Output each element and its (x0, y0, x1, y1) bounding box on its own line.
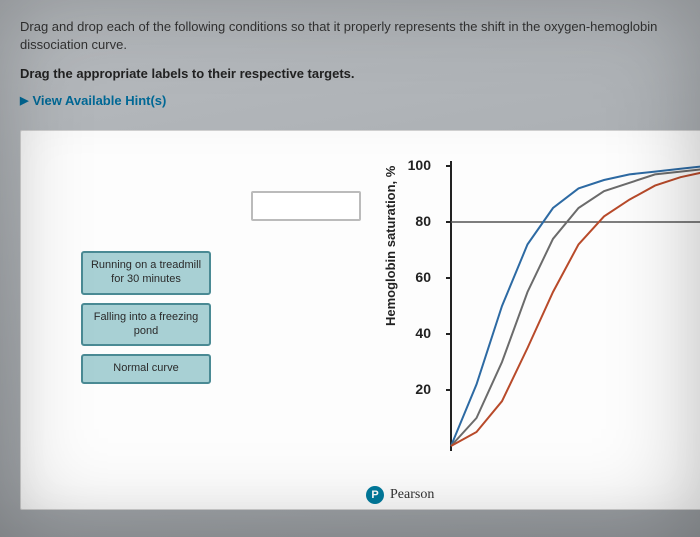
drag-instruction: Drag the appropriate labels to their res… (20, 66, 680, 81)
dissociation-chart: Hemoglobin saturation, % 100 80 60 40 20 (391, 151, 700, 481)
instruction-text: Drag and drop each of the following cond… (20, 18, 680, 54)
chart-svg (446, 161, 700, 451)
label-normal[interactable]: Normal curve (81, 354, 211, 384)
y-tick-40: 40 (415, 325, 431, 341)
draggable-labels-column: Running on a treadmill for 30 minutes Fa… (81, 251, 211, 392)
y-tick-100: 100 (408, 157, 431, 173)
pearson-footer: P Pearson (366, 486, 434, 504)
drop-target-1[interactable] (251, 191, 361, 221)
view-hints-link[interactable]: ▶ View Available Hint(s) (20, 93, 680, 108)
y-tick-20: 20 (415, 381, 431, 397)
caret-right-icon: ▶ (20, 94, 28, 107)
pearson-brand-text: Pearson (390, 487, 434, 503)
pearson-logo-icon: P (366, 486, 384, 504)
hints-link-label: View Available Hint(s) (32, 93, 166, 108)
y-axis-label: Hemoglobin saturation, % (383, 166, 398, 326)
label-freezing[interactable]: Falling into a freezing pond (81, 303, 211, 347)
curve-left-shifted (451, 166, 700, 446)
label-running[interactable]: Running on a treadmill for 30 minutes (81, 251, 211, 295)
y-tick-60: 60 (415, 269, 431, 285)
curve-normal (451, 169, 700, 446)
y-tick-80: 80 (415, 213, 431, 229)
activity-frame: Running on a treadmill for 30 minutes Fa… (20, 130, 700, 510)
